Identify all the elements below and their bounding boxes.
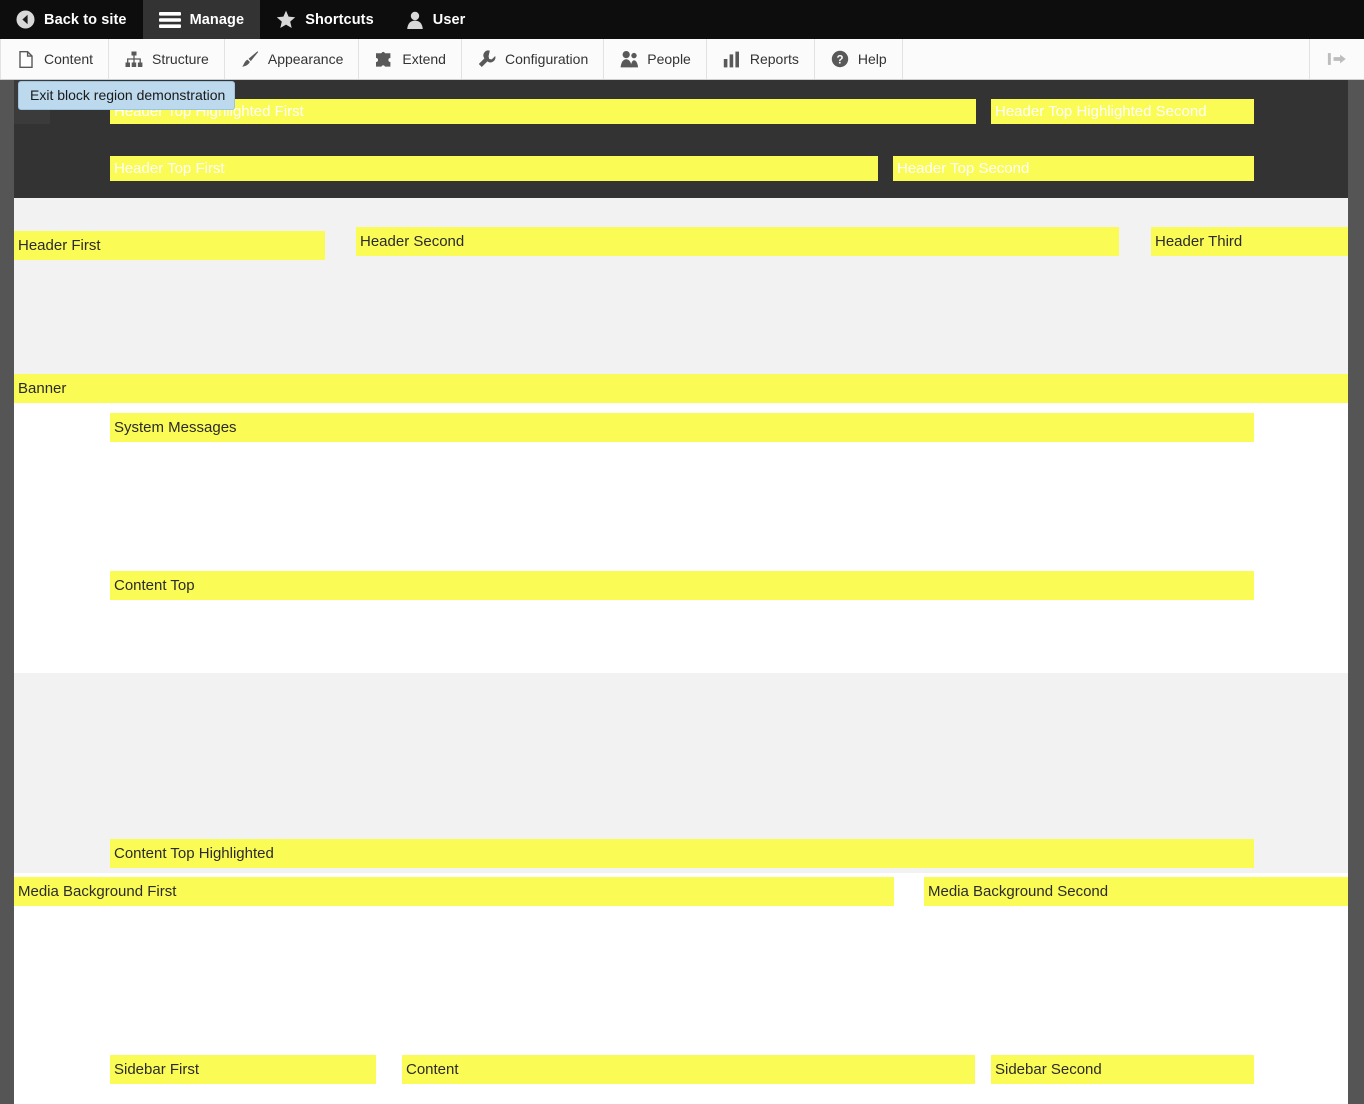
region-label: Media Background First: [18, 883, 177, 900]
menu-item-label: Configuration: [504, 51, 589, 67]
admin-toolbar-bar: Back to site Manage Shortcuts User: [0, 0, 1364, 39]
menu-item-extend[interactable]: Extend: [359, 39, 462, 79]
region-header-second[interactable]: Header Second: [356, 227, 1119, 256]
wrench-icon: [477, 50, 497, 68]
toolbar-tab-manage[interactable]: Manage: [142, 0, 261, 39]
toolbar-tab-shortcuts[interactable]: Shortcuts: [260, 0, 390, 39]
menu-item-label: Content: [44, 51, 94, 67]
region-label: Banner: [18, 380, 67, 397]
toolbar-tab-label: User: [432, 11, 466, 28]
region-media-background-first[interactable]: Media Background First: [14, 877, 894, 906]
region-media-background-second[interactable]: Media Background Second: [924, 877, 1348, 906]
back-arrow-icon: [16, 10, 35, 29]
region-header-top-second[interactable]: Header Top Second: [893, 156, 1254, 181]
menu-item-reports[interactable]: Reports: [707, 39, 815, 79]
menu-item-structure[interactable]: Structure: [109, 39, 225, 79]
menu-item-help[interactable]: ? Help: [815, 39, 903, 79]
region-content[interactable]: Content: [402, 1055, 975, 1084]
region-label: Media Background Second: [928, 883, 1109, 900]
region-label: Sidebar Second: [995, 1061, 1102, 1078]
band-content: [14, 403, 1348, 673]
region-header-third[interactable]: Header Third: [1151, 227, 1348, 256]
region-header-top-highlighted-second[interactable]: Header Top Highlighted Second: [991, 99, 1254, 124]
block-region-demo-page: Header Top Highlighted First Header Top …: [0, 80, 1364, 1104]
region-sidebar-first[interactable]: Sidebar First: [110, 1055, 376, 1084]
toolbar-tab-label: Back to site: [44, 11, 127, 28]
menu-item-configuration[interactable]: Configuration: [462, 39, 605, 79]
orientation-toggle-button[interactable]: [1310, 39, 1364, 79]
region-label: Content Top: [114, 577, 195, 594]
region-content-top[interactable]: Content Top: [110, 571, 1254, 600]
band-header: [14, 198, 1348, 374]
menu-item-label: Appearance: [267, 51, 344, 67]
question-mark-icon: ?: [830, 50, 850, 68]
svg-text:?: ?: [836, 54, 843, 66]
admin-menu-bar: Content Structure Appearance Extend Conf…: [0, 39, 1364, 80]
exit-block-region-demonstration-button[interactable]: Exit block region demonstration: [18, 81, 236, 110]
menu-item-label: People: [647, 51, 691, 67]
menu-item-appearance[interactable]: Appearance: [225, 39, 360, 79]
region-header-first[interactable]: Header First: [14, 231, 325, 260]
region-label: Header Top Second: [897, 160, 1030, 177]
region-system-messages[interactable]: System Messages: [110, 413, 1254, 442]
region-label: System Messages: [114, 419, 237, 436]
region-content-top-highlighted[interactable]: Content Top Highlighted: [110, 839, 1254, 868]
star-icon: [276, 10, 296, 29]
region-label: Header Third: [1155, 233, 1243, 250]
region-label: Header Top First: [114, 160, 225, 177]
toolbar-tab-back-to-site[interactable]: Back to site: [0, 0, 143, 39]
region-header-top-highlighted-first[interactable]: Header Top Highlighted First: [110, 99, 976, 124]
region-sidebar-second[interactable]: Sidebar Second: [991, 1055, 1254, 1084]
region-label: Header Second: [360, 233, 465, 250]
bar-chart-icon: [722, 51, 742, 68]
page-icon: [16, 50, 36, 68]
admin-menu-filler: [903, 39, 1310, 79]
hamburger-icon: [158, 11, 181, 29]
region-label: Content: [406, 1061, 459, 1078]
region-banner[interactable]: Banner: [14, 374, 1348, 403]
region-label: Sidebar First: [114, 1061, 200, 1078]
menu-item-label: Extend: [402, 51, 446, 67]
exit-demo-label: Exit block region demonstration: [30, 87, 226, 103]
menu-item-people[interactable]: People: [604, 39, 707, 79]
region-label: Header First: [18, 237, 101, 254]
toolbar-tab-label: Shortcuts: [305, 11, 374, 28]
puzzle-icon: [374, 51, 394, 68]
region-header-top-first[interactable]: Header Top First: [110, 156, 878, 181]
menu-item-label: Help: [857, 51, 887, 67]
menu-item-label: Structure: [152, 51, 209, 67]
menu-item-label: Reports: [749, 51, 799, 67]
structure-icon: [124, 51, 144, 68]
region-label: Header Top Highlighted Second: [995, 103, 1207, 120]
user-icon: [406, 11, 424, 29]
page-canvas: Header Top Highlighted First Header Top …: [14, 80, 1348, 1104]
toolbar-tab-user[interactable]: User: [390, 0, 482, 39]
toolbar-tab-label: Manage: [189, 11, 245, 28]
paintbrush-icon: [240, 50, 260, 68]
menu-item-content[interactable]: Content: [0, 39, 110, 79]
region-label: Content Top Highlighted: [114, 845, 274, 862]
vertical-orientation-icon: [1327, 51, 1347, 67]
people-icon: [619, 50, 639, 68]
